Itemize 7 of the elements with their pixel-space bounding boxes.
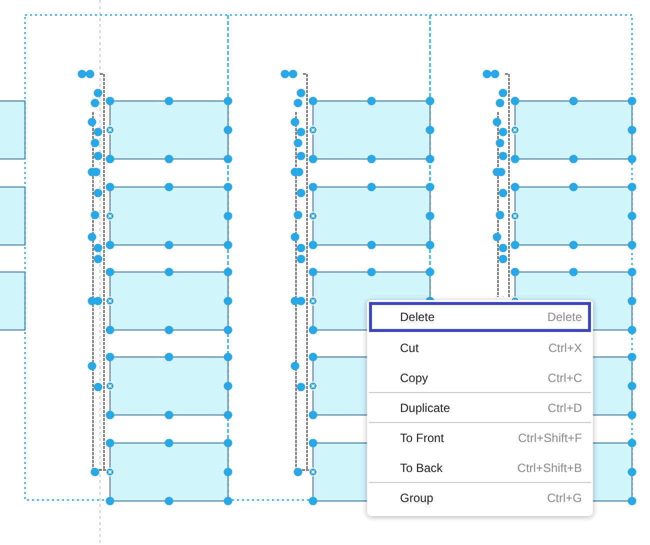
shortcut-label: Ctrl+G <box>546 490 582 504</box>
shortcut-label: Ctrl+Shift+F <box>518 430 582 444</box>
shortcut-label: Ctrl+Shift+B <box>517 460 582 474</box>
shortcut-label: Ctrl+D <box>548 400 582 414</box>
shortcut-label: Ctrl+X <box>548 340 582 354</box>
shortcut-label: Ctrl+C <box>548 370 582 384</box>
shortcut-label: Delete <box>547 310 582 324</box>
